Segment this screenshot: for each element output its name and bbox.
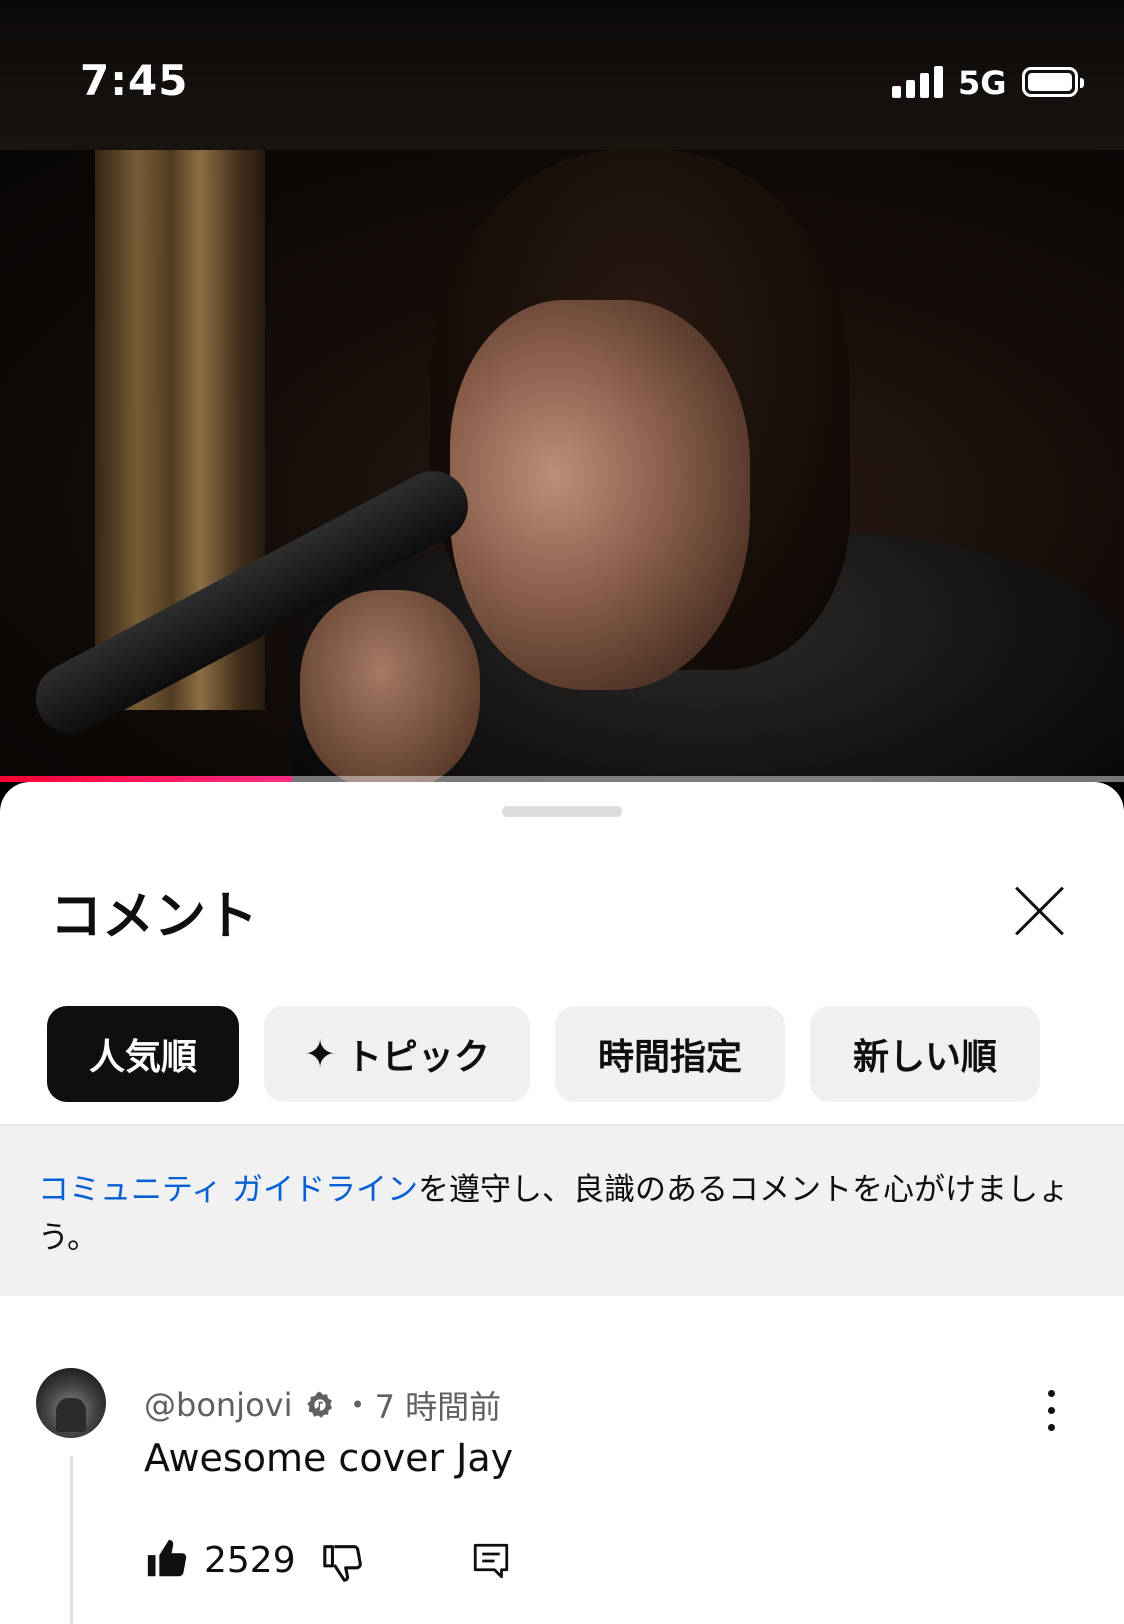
like-count: 2529 [204,1540,296,1581]
chip-popular[interactable]: 人気順 [47,1006,239,1102]
chip-topics[interactable]: ✦ トピック [264,1006,530,1102]
meta-separator: • [350,1391,365,1419]
chip-newest[interactable]: 新しい順 [810,1006,1040,1102]
comment-time: 7 時間前 [374,1388,502,1426]
network-type: 5G [958,64,1007,102]
status-time: 7:45 [80,56,189,105]
comment-meta: @bonjovi • 7 時間前 [144,1382,501,1428]
community-guidelines-notice: コミュニティ ガイドラインを遵守し、良識のあるコメントを心がけましょう。 [0,1126,1124,1296]
video-frame-hand [300,590,480,782]
battery-icon [1022,67,1084,97]
chip-label: トピック [345,1037,490,1078]
comment-text: Awesome cover Jay [144,1436,514,1480]
chip-timed[interactable]: 時間指定 [555,1006,785,1102]
community-guidelines-link[interactable]: コミュニティ ガイドライン [38,1172,418,1208]
more-options-icon[interactable] [1036,1386,1066,1436]
close-icon[interactable] [1010,882,1070,942]
sheet-title: コメント [50,887,259,947]
dislike-icon[interactable] [320,1540,366,1586]
chip-label: 新しい順 [852,1037,997,1078]
status-bar: 7:45 5G [0,0,1124,150]
avatar[interactable] [36,1368,106,1438]
comment-item: @bonjovi • 7 時間前 Awesome cover Jay 2529 [0,1296,1124,1624]
chip-label: 時間指定 [597,1037,742,1078]
reply-icon[interactable] [470,1538,512,1584]
verified-artist-icon [307,1391,333,1418]
thread-line [70,1456,73,1624]
video-player[interactable] [0,150,1124,782]
video-frame-figure-face [450,300,750,690]
like-icon[interactable] [144,1536,190,1582]
comments-sheet: コメント 人気順 ✦ トピック 時間指定 新しい順 コミュニティ ガイドラインを… [0,782,1124,1624]
sparkle-icon: ✦ [304,1032,336,1076]
chip-label: 人気順 [88,1037,197,1078]
sheet-drag-handle[interactable] [502,806,622,817]
comment-author[interactable]: @bonjovi [144,1386,292,1424]
cellular-signal-icon [892,66,944,98]
